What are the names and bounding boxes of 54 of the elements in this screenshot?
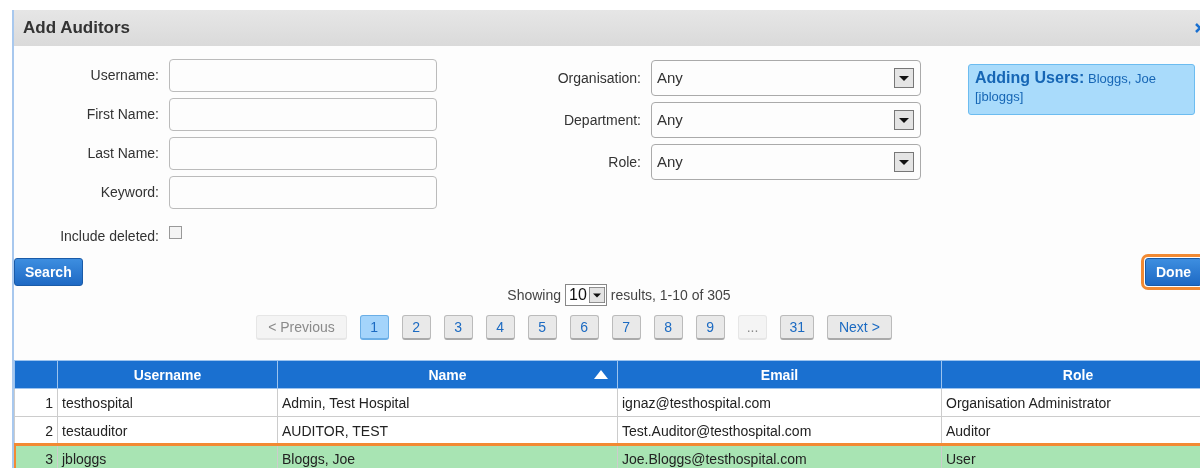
column-header[interactable]: Name [277,360,618,389]
page-button[interactable]: Next > [826,315,892,340]
page-button[interactable]: 4 [485,315,515,340]
input-field[interactable] [169,136,437,170]
row-number: 1 [14,388,58,417]
table-cell: ignaz@testhospital.com [617,388,942,417]
page-size-dropdown[interactable]: 10 [565,284,607,306]
page-button[interactable]: 8 [653,315,683,340]
field-label: Keyword: [99,184,159,200]
column-header[interactable]: Email [617,360,942,389]
field-label: Department: [562,111,641,128]
page-button[interactable]: 31 [780,315,814,340]
field-label: First Name: [85,106,159,122]
table-cell: testauditor [57,416,278,445]
row-number: 3 [14,444,58,468]
selected-row-outline[interactable]: 3 jbloggs Bloggs, Joe Joe.Bloggs@testhospital.com User [14,444,1200,468]
dropdown[interactable]: Any [651,101,921,138]
sort-ascending-icon [594,370,608,379]
field-label: Role: [607,153,641,170]
table-cell: User [941,444,1200,468]
input-field[interactable] [169,97,437,131]
table-cell: AUDITOR, TEST [277,416,618,445]
page-button[interactable]: 1 [359,315,389,340]
page-button[interactable]: 3 [443,315,473,340]
adding-users-notice: Adding Users: Bloggs, Joe [jbloggs] [968,64,1195,115]
table-cell: Admin, Test Hospital [277,388,618,417]
page-button[interactable]: 5 [527,315,557,340]
dropdown[interactable]: Any [651,143,921,180]
dialog-title: Add Auditors [23,18,131,38]
table-cell: Bloggs, Joe [277,444,618,468]
search-button[interactable]: Search [14,258,83,286]
page-button[interactable]: 7 [611,315,641,340]
field-label: Username: [89,67,159,83]
page-button[interactable]: 6 [569,315,599,340]
column-header[interactable]: Username [57,360,278,389]
table-cell: Joe.Bloggs@testhospital.com [617,444,942,468]
field-label: Last Name: [86,145,159,161]
table-cell: Organisation Administrator [941,388,1200,417]
showing-label: Showing [507,287,561,303]
results-count: results, 1-10 of 305 [610,287,731,303]
table-cell: Auditor [941,416,1200,445]
input-field[interactable] [169,58,437,92]
table-cell: jbloggs [57,444,278,468]
field-label: Include deleted: [59,228,159,244]
table-cell: testhospital [57,388,278,417]
row-number: 2 [14,416,58,445]
table-cell: Test.Auditor@testhospital.com [617,416,942,445]
page-button[interactable]: 2 [401,315,431,340]
input-field[interactable] [169,175,437,209]
page-button[interactable]: 9 [695,315,725,340]
checkbox[interactable] [169,225,182,239]
dropdown[interactable]: Any [651,59,921,96]
column-header[interactable]: Role [941,360,1200,389]
field-label: Organisation: [556,69,641,86]
